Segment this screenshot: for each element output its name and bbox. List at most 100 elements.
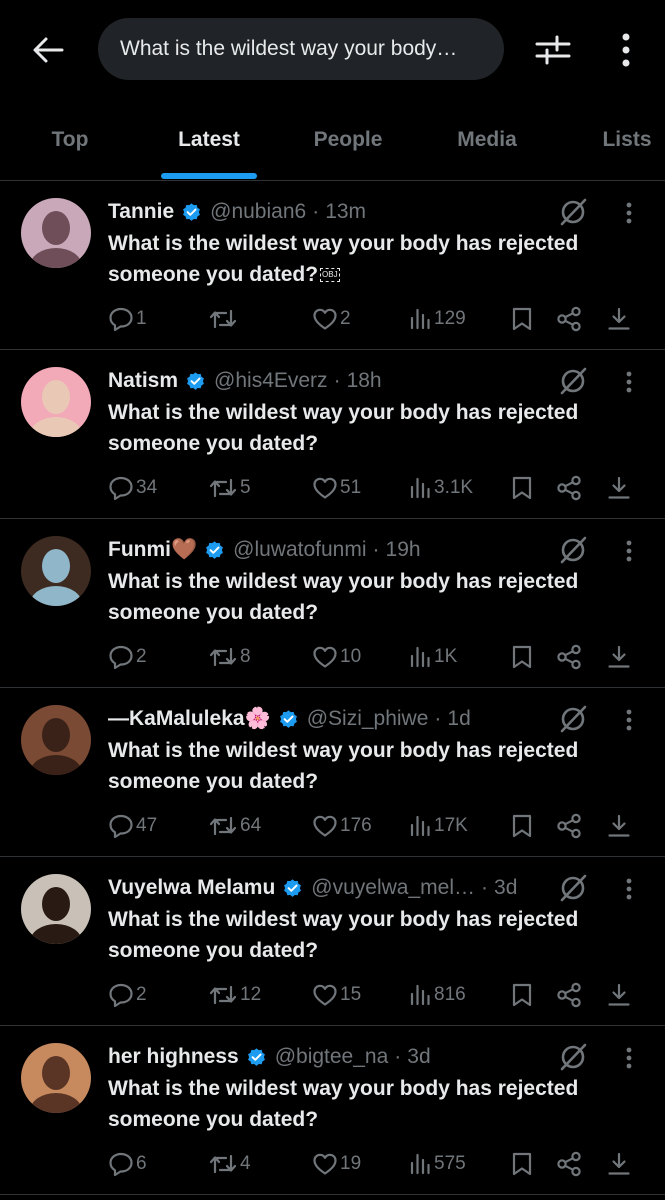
tab-media[interactable]: Media bbox=[437, 100, 537, 180]
reply-button[interactable]: 47 bbox=[108, 808, 157, 844]
retweet-button[interactable]: 4 bbox=[208, 1146, 251, 1182]
back-button[interactable] bbox=[26, 28, 70, 72]
download-button[interactable] bbox=[606, 301, 632, 337]
tweet-card[interactable]: Natism @his4Everz · 18h What is the wild… bbox=[0, 350, 665, 519]
views-button[interactable]: 575 bbox=[408, 1146, 466, 1182]
views-button[interactable]: 3.1K bbox=[408, 470, 473, 506]
tab-top[interactable]: Top bbox=[20, 100, 120, 180]
tweet-header: Funmi🤎 @luwatofunmi · 19h bbox=[108, 535, 421, 565]
grok-button[interactable] bbox=[556, 871, 590, 905]
tweet-menu-button[interactable] bbox=[617, 368, 641, 396]
like-button[interactable]: 2 bbox=[312, 301, 351, 337]
user-handle[interactable]: @bigtee_na bbox=[275, 1045, 389, 1069]
reply-button[interactable]: 2 bbox=[108, 639, 147, 675]
download-button[interactable] bbox=[606, 470, 632, 506]
tweet-menu-button[interactable] bbox=[617, 537, 641, 565]
avatar[interactable] bbox=[21, 874, 91, 944]
user-handle[interactable]: @luwatofunmi bbox=[233, 538, 366, 562]
tweet-timestamp[interactable]: 1d bbox=[447, 707, 470, 731]
views-icon bbox=[410, 308, 430, 330]
share-button[interactable] bbox=[556, 977, 582, 1013]
tweet-timestamp[interactable]: 13m bbox=[325, 200, 366, 224]
retweet-button[interactable]: 5 bbox=[208, 470, 251, 506]
like-count: 15 bbox=[340, 984, 362, 1005]
display-name[interactable]: Funmi🤎 bbox=[108, 538, 197, 562]
share-button[interactable] bbox=[556, 470, 582, 506]
tab-latest[interactable]: Latest bbox=[159, 100, 259, 180]
reply-button[interactable]: 6 bbox=[108, 1146, 147, 1182]
retweet-button[interactable] bbox=[208, 301, 240, 337]
tweet-timestamp[interactable]: 19h bbox=[386, 538, 421, 562]
views-button[interactable]: 17K bbox=[408, 808, 468, 844]
display-name[interactable]: Natism bbox=[108, 369, 178, 393]
like-button[interactable]: 51 bbox=[312, 470, 361, 506]
more-options-button[interactable] bbox=[606, 28, 646, 72]
tweet-menu-button[interactable] bbox=[617, 706, 641, 734]
tweet-card[interactable]: Funmi🤎 @luwatofunmi · 19h What is the wi… bbox=[0, 519, 665, 688]
bookmark-button[interactable] bbox=[510, 470, 534, 506]
avatar[interactable] bbox=[21, 1043, 91, 1113]
display-name[interactable]: Vuyelwa Melamu bbox=[108, 876, 275, 900]
grok-button[interactable] bbox=[556, 702, 590, 736]
reply-button[interactable]: 1 bbox=[108, 301, 147, 337]
avatar[interactable] bbox=[21, 536, 91, 606]
like-button[interactable]: 10 bbox=[312, 639, 361, 675]
user-handle[interactable]: @vuyelwa_mel… bbox=[311, 876, 475, 900]
retweet-button[interactable]: 64 bbox=[208, 808, 261, 844]
reply-button[interactable]: 2 bbox=[108, 977, 147, 1013]
tweet-timestamp[interactable]: 3d bbox=[407, 1045, 430, 1069]
retweet-button[interactable]: 12 bbox=[208, 977, 261, 1013]
like-button[interactable]: 19 bbox=[312, 1146, 361, 1182]
reply-button[interactable]: 34 bbox=[108, 470, 157, 506]
share-button[interactable] bbox=[556, 808, 582, 844]
display-name[interactable]: —KaMaluleka🌸 bbox=[108, 707, 271, 731]
grok-button[interactable] bbox=[556, 533, 590, 567]
views-button[interactable]: 1K bbox=[408, 639, 457, 675]
tab-people[interactable]: People bbox=[288, 100, 408, 180]
bookmark-icon bbox=[512, 1152, 532, 1176]
tweet-card[interactable]: Tannie @nubian6 · 13m What is the wildes… bbox=[0, 181, 665, 350]
download-button[interactable] bbox=[606, 977, 632, 1013]
tweet-card[interactable]: Vuyelwa Melamu @vuyelwa_mel… · 3d What i… bbox=[0, 857, 665, 1026]
views-button[interactable]: 129 bbox=[408, 301, 466, 337]
grok-button[interactable] bbox=[556, 195, 590, 229]
tweet-timestamp[interactable]: 3d bbox=[494, 876, 517, 900]
avatar[interactable] bbox=[21, 198, 91, 268]
retweet-button[interactable]: 8 bbox=[208, 639, 251, 675]
display-name[interactable]: her highness bbox=[108, 1045, 239, 1069]
avatar[interactable] bbox=[21, 705, 91, 775]
share-button[interactable] bbox=[556, 639, 582, 675]
bookmark-button[interactable] bbox=[510, 977, 534, 1013]
share-button[interactable] bbox=[556, 301, 582, 337]
bookmark-button[interactable] bbox=[510, 808, 534, 844]
reply-icon bbox=[109, 307, 133, 332]
search-input[interactable]: What is the wildest way your body… bbox=[98, 18, 504, 80]
download-button[interactable] bbox=[606, 1146, 632, 1182]
display-name[interactable]: Tannie bbox=[108, 200, 174, 224]
bookmark-button[interactable] bbox=[510, 301, 534, 337]
reply-count: 47 bbox=[136, 815, 158, 836]
like-button[interactable]: 15 bbox=[312, 977, 361, 1013]
grok-button[interactable] bbox=[556, 1040, 590, 1074]
bookmark-button[interactable] bbox=[510, 1146, 534, 1182]
share-button[interactable] bbox=[556, 1146, 582, 1182]
like-button[interactable]: 176 bbox=[312, 808, 372, 844]
user-handle[interactable]: @nubian6 bbox=[210, 200, 306, 224]
download-button[interactable] bbox=[606, 639, 632, 675]
avatar[interactable] bbox=[21, 367, 91, 437]
views-button[interactable]: 816 bbox=[408, 977, 466, 1013]
tweet-card[interactable]: her highness @bigtee_na · 3d What is the… bbox=[0, 1026, 665, 1195]
tweet-menu-button[interactable] bbox=[617, 1044, 641, 1072]
filter-button[interactable] bbox=[528, 28, 578, 72]
tweet-timestamp[interactable]: 18h bbox=[347, 369, 382, 393]
user-handle[interactable]: @Sizi_phiwe bbox=[307, 707, 429, 731]
user-handle[interactable]: @his4Everz bbox=[214, 369, 328, 393]
bookmark-button[interactable] bbox=[510, 639, 534, 675]
tweet-card[interactable]: —KaMaluleka🌸 @Sizi_phiwe · 1d What is th… bbox=[0, 688, 665, 857]
grok-button[interactable] bbox=[556, 364, 590, 398]
tweet-menu-button[interactable] bbox=[617, 875, 641, 903]
tweet-menu-button[interactable] bbox=[617, 199, 641, 227]
download-button[interactable] bbox=[606, 808, 632, 844]
tab-lists[interactable]: Lists bbox=[582, 100, 665, 180]
view-count: 1K bbox=[434, 646, 458, 667]
